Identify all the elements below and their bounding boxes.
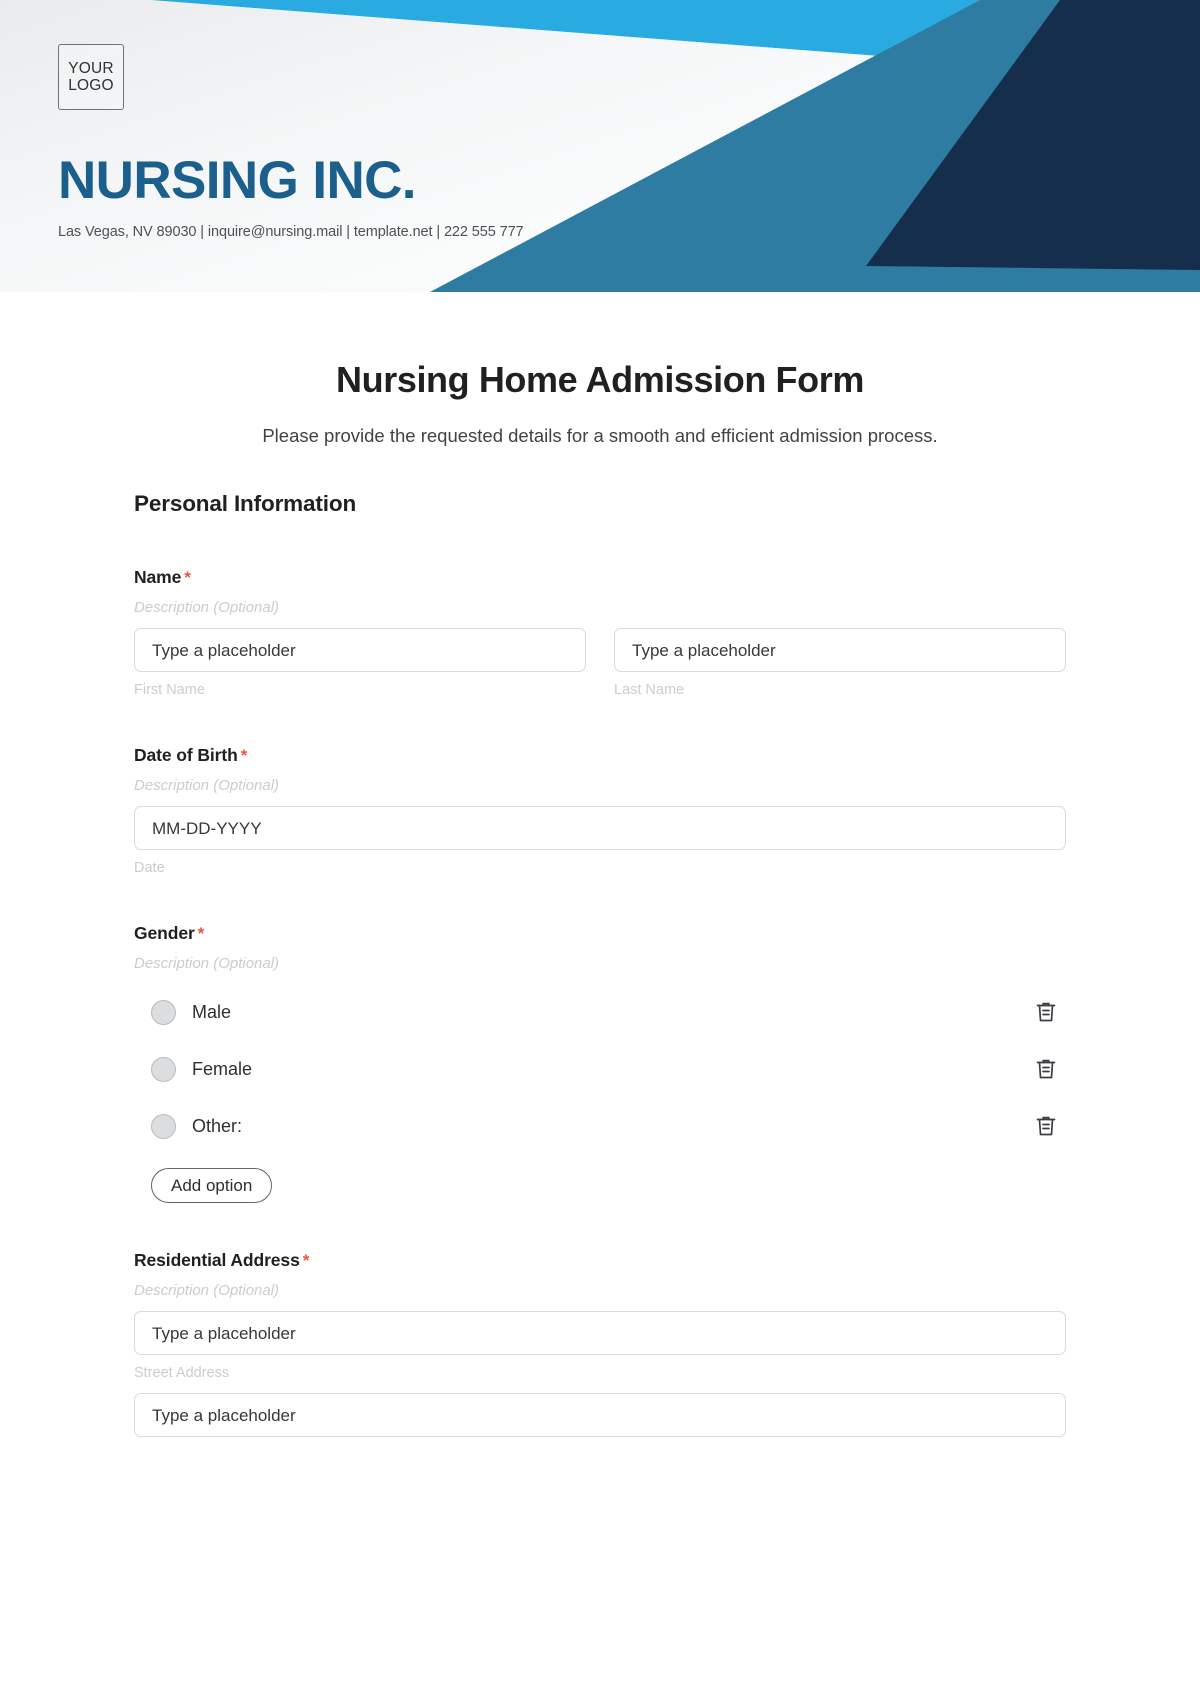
gender-option-label: Other: xyxy=(192,1115,243,1136)
first-name-sub-label: First Name xyxy=(134,682,205,699)
section-heading-personal-information: Personal Information xyxy=(134,491,357,517)
form-title: Nursing Home Admission Form xyxy=(336,359,864,400)
field-label-name-text: Name xyxy=(134,567,182,588)
last-name-column: Type a placeholder Last Name xyxy=(614,628,1066,698)
field-group-residential-address: Residential Address * Description (Option… xyxy=(134,1250,1066,1438)
address-line-2-column: Type a placeholder xyxy=(134,1393,1066,1438)
date-of-birth-input[interactable]: MM-DD-YYYY xyxy=(134,806,1066,851)
street-address-column: Type a placeholder Street Address xyxy=(134,1311,1066,1381)
field-description-date-of-birth: Description (Optional) xyxy=(134,777,280,795)
field-group-date-of-birth: Date of Birth * Description (Optional) MM… xyxy=(134,745,1066,876)
field-description-residential-address: Description (Optional) xyxy=(134,1282,280,1300)
field-group-name: Name * Description (Optional) Type a plac… xyxy=(134,567,1066,698)
address-line-2-input[interactable]: Type a placeholder xyxy=(134,1393,1066,1438)
company-name: NURSING INC. xyxy=(58,151,417,210)
name-input-row: Type a placeholder First Name Type a pla… xyxy=(134,628,1066,698)
form-body: Nursing Home Admission Form Please provi… xyxy=(0,358,1200,1438)
dob-input-row: MM-DD-YYYY Date xyxy=(134,806,1066,876)
field-label-gender-text: Gender xyxy=(134,923,195,944)
dob-column: MM-DD-YYYY Date xyxy=(134,806,1066,876)
field-label-residential-address: Residential Address * xyxy=(134,1250,1066,1271)
trash-icon[interactable] xyxy=(1032,1112,1060,1140)
radio-button-female[interactable] xyxy=(151,1056,176,1082)
company-contact-line: Las Vegas, NV 89030 | inquire@nursing.ma… xyxy=(58,224,524,240)
required-asterisk: * xyxy=(240,746,248,766)
last-name-sub-label: Last Name xyxy=(614,682,685,699)
trash-icon[interactable] xyxy=(1032,1055,1060,1083)
gender-option-other[interactable]: Other: xyxy=(134,1108,1066,1144)
gender-option-label: Female xyxy=(192,1058,253,1079)
trash-icon[interactable] xyxy=(1032,998,1060,1026)
street-address-input[interactable]: Type a placeholder xyxy=(134,1311,1066,1356)
field-label-gender: Gender * xyxy=(134,923,1066,944)
field-group-gender: Gender * Description (Optional) Male Fem… xyxy=(134,923,1066,1204)
address-line-2-row: Type a placeholder xyxy=(134,1393,1066,1438)
radio-button-male[interactable] xyxy=(151,999,176,1025)
field-label-date-of-birth: Date of Birth * xyxy=(134,745,1066,766)
gender-option-male[interactable]: Male xyxy=(134,994,1066,1030)
last-name-input[interactable]: Type a placeholder xyxy=(614,628,1066,673)
gender-option-female[interactable]: Female xyxy=(134,1051,1066,1087)
field-label-name: Name * xyxy=(134,567,1066,588)
field-label-date-of-birth-text: Date of Birth xyxy=(134,745,238,766)
street-address-row: Type a placeholder Street Address xyxy=(134,1311,1066,1381)
form-subtitle: Please provide the requested details for… xyxy=(262,425,938,447)
first-name-column: Type a placeholder First Name xyxy=(134,628,586,698)
page-header-banner: YOUR LOGO NURSING INC. Las Vegas, NV 890… xyxy=(0,0,1200,292)
logo-line-2: LOGO xyxy=(68,77,114,94)
first-name-input[interactable]: Type a placeholder xyxy=(134,628,586,673)
add-option-button[interactable]: Add option xyxy=(151,1168,273,1204)
radio-button-other[interactable] xyxy=(151,1113,176,1139)
logo-line-1: YOUR xyxy=(68,59,114,77)
required-asterisk: * xyxy=(302,1251,310,1271)
gender-option-label: Male xyxy=(192,1001,232,1022)
gender-options-list: Male Female Other: Add option xyxy=(134,994,1066,1204)
your-logo-placeholder: YOUR LOGO xyxy=(58,44,124,110)
required-asterisk: * xyxy=(197,924,205,944)
field-description-name: Description (Optional) xyxy=(134,599,280,617)
field-label-residential-address-text: Residential Address xyxy=(134,1250,300,1271)
field-description-gender: Description (Optional) xyxy=(134,955,280,973)
required-asterisk: * xyxy=(184,568,191,588)
brand-block: YOUR LOGO NURSING INC. Las Vegas, NV 890… xyxy=(58,44,524,240)
street-address-sub-label: Street Address xyxy=(134,1365,230,1382)
date-of-birth-sub-label: Date xyxy=(134,860,165,877)
